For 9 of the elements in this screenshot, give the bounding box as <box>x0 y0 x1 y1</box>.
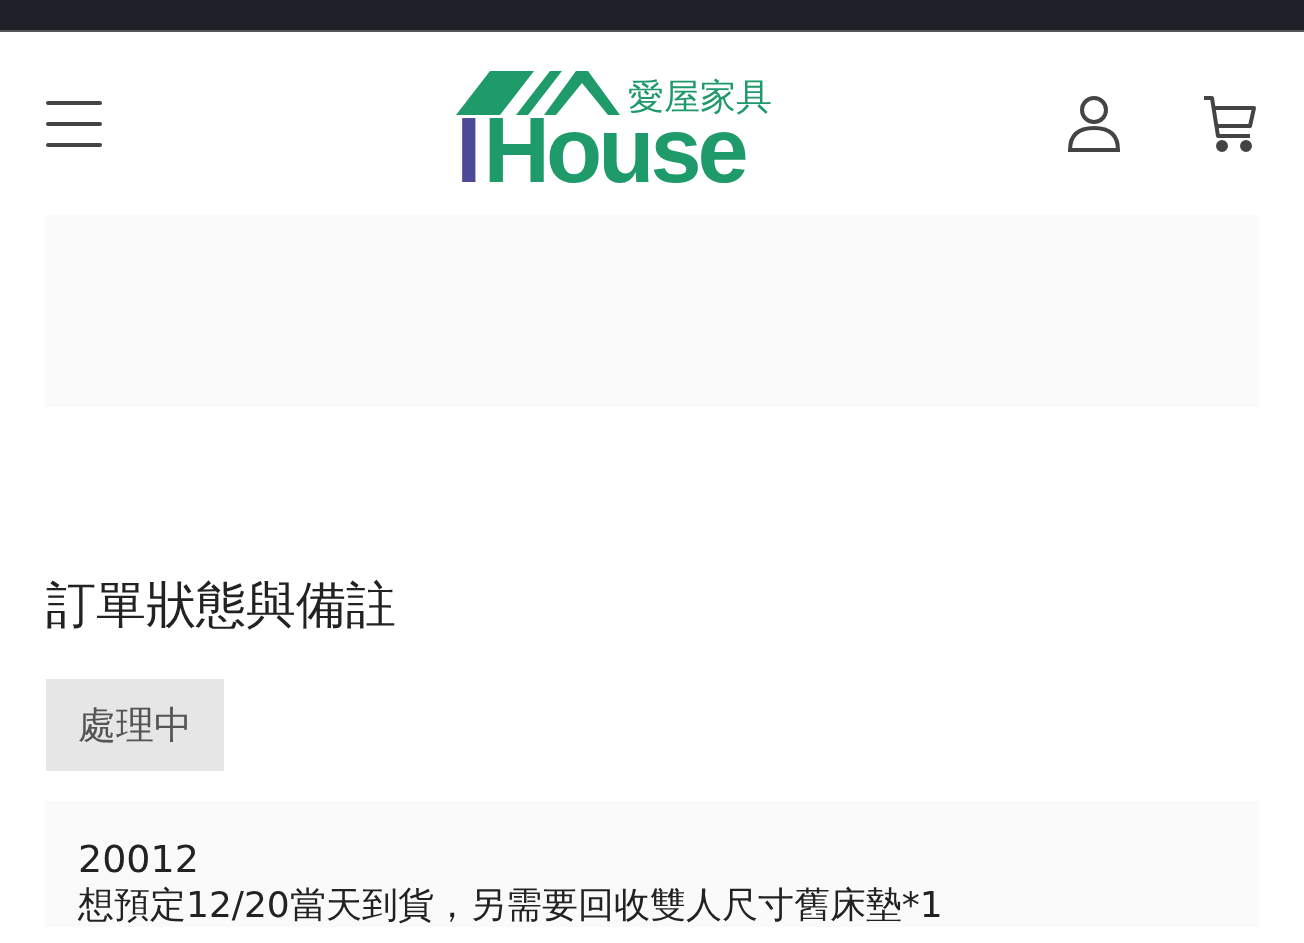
logo-mark: I <box>456 110 478 189</box>
cart-icon[interactable] <box>1202 93 1258 154</box>
note-text: 想預定12/20當天到貨，另需要回收雙人尺寸舊床墊*1 <box>78 883 944 927</box>
order-number: 20012 <box>78 837 200 881</box>
section-title: 訂單狀態與備註 <box>46 575 396 635</box>
roof-icon <box>456 68 620 117</box>
user-icon[interactable] <box>1066 93 1122 154</box>
status-badge: 處理中 <box>46 679 224 771</box>
menu-icon[interactable] <box>46 98 102 149</box>
